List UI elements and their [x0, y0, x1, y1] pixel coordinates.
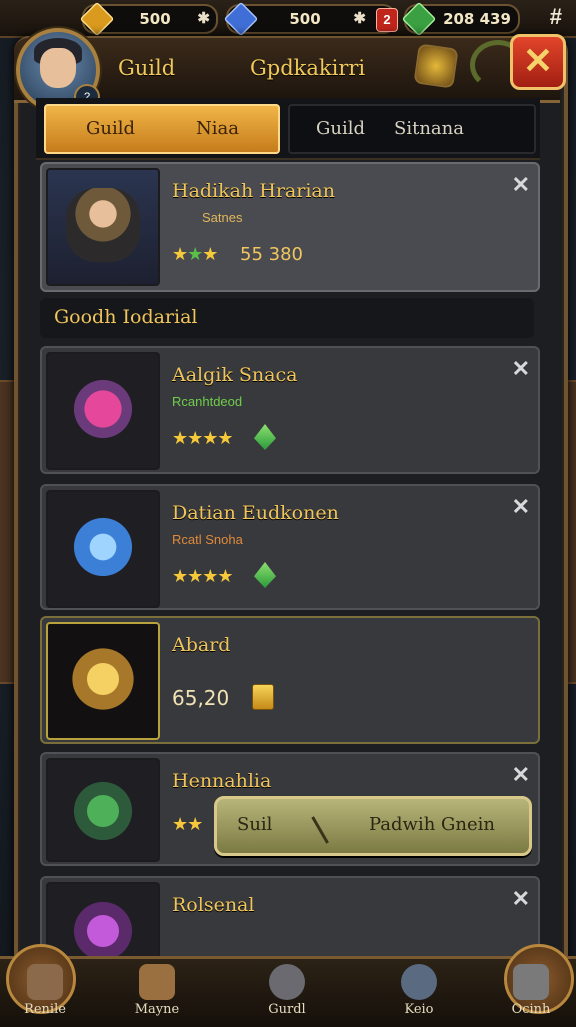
- tab-guild-sitnana[interactable]: Guild Sitnana: [288, 104, 536, 154]
- nav-label: Keio: [404, 1002, 434, 1017]
- nav-label: Gurdl: [268, 1002, 306, 1017]
- item-name: Hennahlia: [172, 770, 272, 792]
- nav-item-mayne[interactable]: Mayne: [112, 956, 202, 1024]
- crystal-cube-icon: [66, 510, 140, 584]
- green-gem-icon: [254, 562, 276, 588]
- item-thumbnail: [46, 490, 160, 608]
- star-rating: ★★★★: [172, 566, 234, 586]
- item-subtitle: Satnes: [202, 210, 243, 225]
- tab-label: Niaa: [196, 118, 239, 139]
- remove-icon[interactable]: ✕: [512, 886, 530, 912]
- sword-icon: [311, 804, 350, 844]
- nav-label: Mayne: [134, 1002, 180, 1017]
- axe-icon: [66, 894, 140, 956]
- magnifier-icon: [269, 964, 305, 1000]
- item-name: Aalgik Snaca: [172, 364, 298, 386]
- crystal-resource[interactable]: 500 ✱ 2: [223, 1, 398, 37]
- page-title: Gpdkakirri: [250, 56, 366, 80]
- action-button-label: Padwih Gnein: [369, 814, 496, 835]
- list-item[interactable]: Datian Eudkonen Rcatl Snoha ★★★★ ✕: [40, 484, 540, 610]
- item-name: Abard: [172, 634, 231, 656]
- guild-action-button[interactable]: Suil Padwih Gnein: [214, 796, 532, 856]
- item-subtitle: Rcanhtdeod: [172, 394, 243, 409]
- list-item[interactable]: Aalgik Snaca Rcanhtdeod ★★★★ ✕: [40, 346, 540, 474]
- gold-resource[interactable]: 500 ✱: [79, 1, 218, 37]
- nav-item-renile[interactable]: Renile: [0, 956, 90, 1024]
- item-name: Hadikah Hrarian: [172, 180, 335, 202]
- avatar-face: [40, 48, 76, 88]
- item-name: Rolsenal: [172, 894, 255, 916]
- guild-emblem-icon[interactable]: [413, 43, 459, 89]
- shield-icon: [66, 372, 140, 446]
- resource-bar: 500 ✱ 500 ✱ 2 208 439 #: [0, 0, 576, 38]
- nav-item-keio[interactable]: Keio: [374, 956, 464, 1024]
- list-item[interactable]: Rolsenal ✕: [40, 876, 540, 958]
- remove-icon[interactable]: ✕: [512, 172, 530, 198]
- list-item[interactable]: Abard 65,20: [40, 616, 540, 744]
- emerald-icon: [401, 1, 437, 37]
- tools-icon: [513, 964, 549, 1000]
- house-icon: [27, 964, 63, 1000]
- emerald-amount: 208 439: [443, 10, 511, 28]
- section-header: Goodh Iodarial: [40, 298, 534, 338]
- hero-portrait: [46, 168, 160, 286]
- emerald-resource[interactable]: 208 439: [401, 1, 520, 37]
- tab-guild-niaa[interactable]: Guild Niaa: [44, 104, 280, 154]
- item-thumbnail: [46, 882, 160, 956]
- item-thumbnail: [46, 758, 160, 862]
- menu-hash-icon[interactable]: #: [550, 4, 562, 30]
- close-button[interactable]: ✕: [510, 34, 566, 90]
- gold-icon: [79, 1, 115, 37]
- tab-label: Sitnana: [394, 118, 464, 139]
- green-gem-icon: [254, 424, 276, 450]
- orb-icon: [401, 964, 437, 1000]
- action-button-label: Suil: [237, 814, 273, 835]
- star-rating: ★★★★: [172, 428, 234, 448]
- nav-label: Ocinh: [511, 1002, 551, 1017]
- spellbook-icon: [66, 774, 140, 848]
- remove-icon[interactable]: ✕: [512, 762, 530, 788]
- section-title: Goodh Iodarial: [54, 306, 198, 328]
- tab-label: Guild: [86, 118, 136, 139]
- star-rating: ★★★: [172, 244, 218, 264]
- item-amount: 65,20: [172, 686, 230, 710]
- nav-label: Renile: [24, 1002, 66, 1017]
- nav-item-gurdl[interactable]: Gurdl: [242, 956, 332, 1024]
- list-item[interactable]: Hadikah Hrarian Satnes ★★★ 55 380 ✕: [40, 162, 540, 292]
- crate-icon: [139, 964, 175, 1000]
- item-subtitle: Rcatl Snoha: [172, 532, 243, 547]
- coin-icon: [252, 684, 274, 710]
- item-thumbnail: [46, 352, 160, 470]
- golden-shield-icon: [66, 642, 140, 716]
- add-crystal-icon[interactable]: ✱: [353, 9, 366, 27]
- crystal-icon: [223, 1, 259, 37]
- tab-label: Guild: [316, 118, 366, 139]
- add-gold-icon[interactable]: ✱: [197, 9, 210, 27]
- remove-icon[interactable]: ✕: [512, 356, 530, 382]
- star-rating: ★★: [172, 814, 203, 834]
- close-icon: ✕: [522, 40, 554, 81]
- item-score: 55 380: [240, 244, 303, 265]
- gold-amount: 500: [139, 10, 171, 28]
- helmet-hero-icon: [66, 188, 140, 262]
- remove-icon[interactable]: ✕: [512, 494, 530, 520]
- header-guild-label: Guild: [118, 56, 176, 80]
- item-name: Datian Eudkonen: [172, 502, 339, 524]
- notification-badge: 2: [376, 8, 398, 32]
- nav-item-ocinh[interactable]: Ocinh: [486, 956, 576, 1024]
- crystal-amount: 500: [289, 10, 321, 28]
- item-thumbnail: [46, 622, 160, 740]
